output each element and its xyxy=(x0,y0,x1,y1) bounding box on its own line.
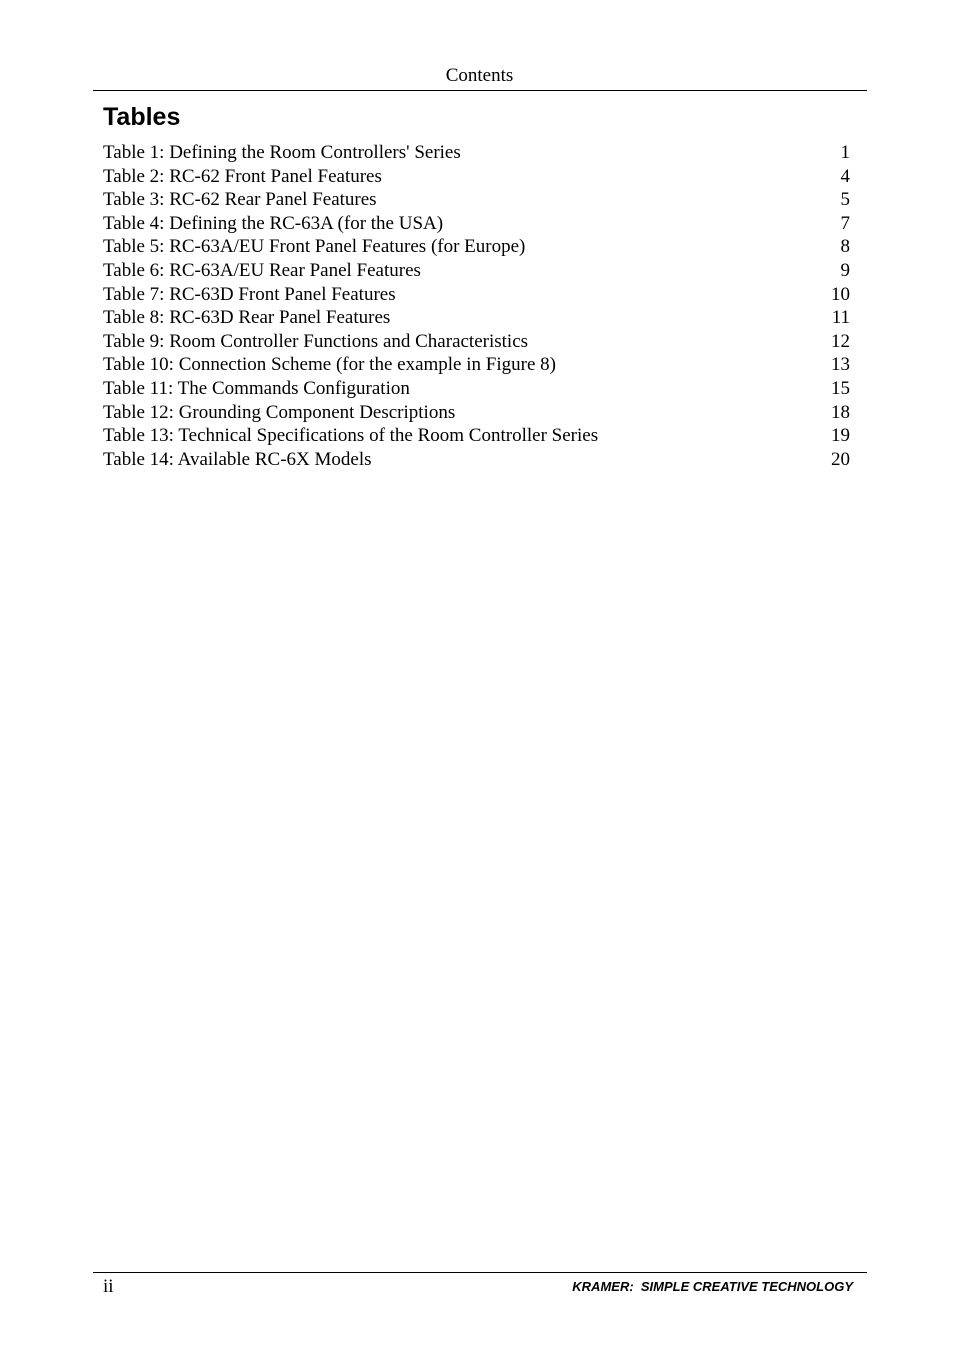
toc-entry-label: Table 14: Available RC-6X Models xyxy=(103,448,372,470)
toc-entry-page: 1 xyxy=(840,142,851,163)
footer-page-number: ii xyxy=(103,1276,114,1297)
toc-entry-page: 19 xyxy=(831,425,850,447)
toc-entry[interactable]: Table 10: Connection Scheme (for the exa… xyxy=(103,353,850,377)
toc-entry-page: 12 xyxy=(831,330,850,352)
toc-entry-page: 11 xyxy=(831,307,850,329)
toc-entry[interactable]: Table 14: Available RC-6X Models 20 xyxy=(103,448,850,472)
toc-entry[interactable]: Table 4: Defining the RC-63A (for the US… xyxy=(103,212,850,236)
toc-entry-page: 20 xyxy=(831,448,850,470)
toc-entry-page: 9 xyxy=(840,259,851,281)
running-header: Contents xyxy=(445,65,514,86)
toc-entry-label: Table 3: RC-62 Rear Panel Features xyxy=(103,189,377,211)
footer-divider xyxy=(93,1272,867,1273)
toc-entry-page: 18 xyxy=(831,401,850,423)
toc-entry-label: Table 11: The Commands Configuration xyxy=(103,377,410,399)
toc-entry[interactable]: Table 6: RC-63A/EU Rear Panel Features 9 xyxy=(103,259,850,283)
toc-entry-page: 4 xyxy=(840,165,851,187)
toc-entry-label: Table 5: RC-63A/EU Front Panel Features … xyxy=(103,236,526,258)
footer-brand: KRAMER: SIMPLE CREATIVE TECHNOLOGY xyxy=(572,1279,853,1294)
toc-entry-label: Table 7: RC-63D Front Panel Features xyxy=(103,283,396,305)
toc-entry[interactable]: Table 2: RC-62 Front Panel Features 4 xyxy=(103,165,850,189)
toc-entry-page: 5 xyxy=(840,189,851,211)
toc-entry-label: Table 1: Defining the Room Controllers' … xyxy=(103,142,461,163)
toc-entry[interactable]: Table 9: Room Controller Functions and C… xyxy=(103,330,850,354)
toc-entry-page: 10 xyxy=(831,283,850,305)
toc-entry[interactable]: Table 11: The Commands Configuration 15 xyxy=(103,377,850,401)
toc-entry-label: Table 10: Connection Scheme (for the exa… xyxy=(103,354,556,376)
section-title: Tables xyxy=(103,103,181,131)
toc-entry-label: Table 8: RC-63D Rear Panel Features xyxy=(103,307,391,329)
toc-entry-label: Table 6: RC-63A/EU Rear Panel Features xyxy=(103,259,421,281)
toc-entry[interactable]: Table 7: RC-63D Front Panel Features 10 xyxy=(103,283,850,307)
table-of-tables: Table 1: Defining the Room Controllers' … xyxy=(103,141,850,471)
header-divider xyxy=(93,90,867,91)
toc-entry-page: 7 xyxy=(840,212,851,234)
toc-entry-label: Table 2: RC-62 Front Panel Features xyxy=(103,165,382,187)
toc-entry-page: 13 xyxy=(831,354,850,376)
toc-entry[interactable]: Table 13: Technical Specifications of th… xyxy=(103,424,850,448)
toc-entry[interactable]: Table 12: Grounding Component Descriptio… xyxy=(103,401,850,425)
toc-entry-label: Table 9: Room Controller Functions and C… xyxy=(103,330,529,352)
toc-entry[interactable]: Table 5: RC-63A/EU Front Panel Features … xyxy=(103,235,850,259)
toc-entry[interactable]: Table 1: Defining the Room Controllers' … xyxy=(103,141,850,165)
toc-entry-label: Table 13: Technical Specifications of th… xyxy=(103,425,599,447)
toc-entry-page: 15 xyxy=(831,377,850,399)
toc-entry-label: Table 4: Defining the RC-63A (for the US… xyxy=(103,212,444,234)
toc-entry-page: 8 xyxy=(840,236,851,258)
toc-entry[interactable]: Table 8: RC-63D Rear Panel Features 11 xyxy=(103,306,850,330)
toc-entry-label: Table 12: Grounding Component Descriptio… xyxy=(103,401,456,423)
toc-entry[interactable]: Table 3: RC-62 Rear Panel Features 5 xyxy=(103,188,850,212)
